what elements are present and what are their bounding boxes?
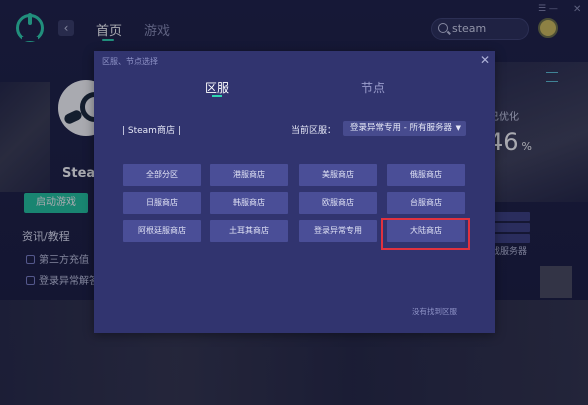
region-us[interactable]: 美服商店 — [299, 164, 377, 186]
store-label: | Steam商店 | — [122, 126, 181, 136]
tab-region[interactable]: 区服 — [205, 79, 229, 96]
region-eu[interactable]: 欧服商店 — [299, 192, 377, 214]
region-ar[interactable]: 阿根廷服商店 — [123, 220, 201, 242]
region-kr[interactable]: 韩服商店 — [210, 192, 288, 214]
chevron-down-icon: ▼ — [455, 124, 461, 132]
tab-active-indicator — [212, 95, 222, 97]
highlight-annotation — [381, 218, 470, 250]
dialog-title: 区服、节点选择 — [102, 57, 158, 66]
region-not-found-link[interactable]: 没有找到区服 — [412, 306, 457, 317]
region-jp[interactable]: 日服商店 — [123, 192, 201, 214]
region-hk[interactable]: 港服商店 — [210, 164, 288, 186]
region-tw[interactable]: 台服商店 — [387, 192, 465, 214]
region-tr[interactable]: 土耳其商店 — [210, 220, 288, 242]
region-login-issue[interactable]: 登录异常专用 — [299, 220, 377, 242]
current-region-label: 当前区服： — [291, 126, 337, 136]
region-node-dialog: 区服、节点选择 ✕ 区服 节点 | Steam商店 | 当前区服： 登录异常专用… — [94, 51, 495, 333]
region-ru[interactable]: 俄服商店 — [387, 164, 465, 186]
region-all[interactable]: 全部分区 — [123, 164, 201, 186]
tab-node[interactable]: 节点 — [361, 79, 385, 96]
close-icon[interactable]: ✕ — [480, 53, 490, 67]
current-region-select[interactable]: 登录异常专用 - 所有服务器 ▼ — [343, 121, 466, 136]
